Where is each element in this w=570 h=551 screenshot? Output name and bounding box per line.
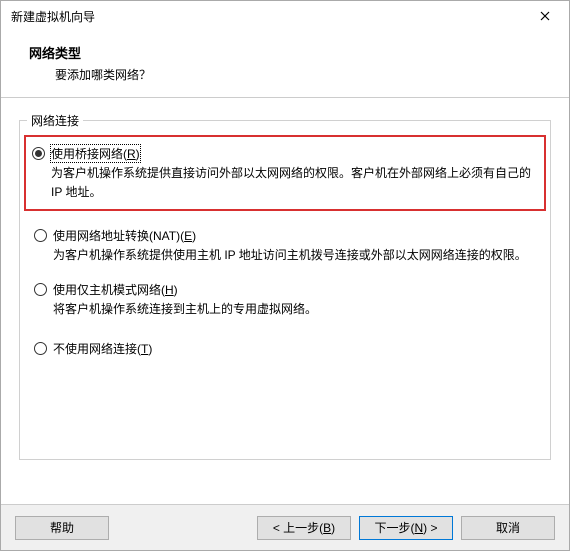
back-button[interactable]: < 上一步(B): [257, 516, 351, 540]
page-subtitle: 要添加哪类网络？: [29, 66, 569, 83]
close-button[interactable]: [523, 2, 567, 30]
network-fieldset: 网络连接 使用桥接网络(R) 为客户机操作系统提供直接访问外部以太网网络的权限。…: [19, 112, 551, 460]
wizard-window: 新建虚拟机向导 网络类型 要添加哪类网络？ 网络连接 使用桥接网络(R) 为客户…: [0, 0, 570, 551]
footer-left: 帮助: [15, 516, 109, 540]
footer-right: < 上一步(B) 下一步(N) > 取消: [257, 516, 555, 540]
close-icon: [540, 11, 550, 21]
option-hostonly-desc: 将客户机操作系统连接到主机上的专用虚拟网络。: [34, 300, 538, 319]
radio-none[interactable]: [34, 342, 47, 355]
fieldset-inner: 使用桥接网络(R) 为客户机操作系统提供直接访问外部以太网网络的权限。客户机在外…: [19, 120, 551, 460]
window-title: 新建虚拟机向导: [11, 8, 95, 25]
option-none: 不使用网络连接(T): [32, 340, 538, 357]
help-button[interactable]: 帮助: [15, 516, 109, 540]
option-bridged: 使用桥接网络(R) 为客户机操作系统提供直接访问外部以太网网络的权限。客户机在外…: [24, 135, 546, 211]
content-area: 网络连接 使用桥接网络(R) 为客户机操作系统提供直接访问外部以太网网络的权限。…: [1, 98, 569, 504]
option-nat-label[interactable]: 使用网络地址转换(NAT)(E): [53, 227, 196, 244]
option-bridged-desc: 为客户机操作系统提供直接访问外部以太网网络的权限。客户机在外部网络上必须有自己的…: [32, 164, 538, 201]
titlebar: 新建虚拟机向导: [1, 1, 569, 31]
option-hostonly: 使用仅主机模式网络(H) 将客户机操作系统连接到主机上的专用虚拟网络。: [32, 281, 538, 319]
radio-nat[interactable]: [34, 229, 47, 242]
radio-hostonly[interactable]: [34, 283, 47, 296]
footer: 帮助 < 上一步(B) 下一步(N) > 取消: [1, 504, 569, 550]
option-row: 使用网络地址转换(NAT)(E): [34, 227, 538, 244]
option-row: 使用仅主机模式网络(H): [34, 281, 538, 298]
fieldset-legend: 网络连接: [27, 112, 83, 129]
option-none-label[interactable]: 不使用网络连接(T): [53, 340, 152, 357]
option-row: 不使用网络连接(T): [34, 340, 538, 357]
next-button[interactable]: 下一步(N) >: [359, 516, 453, 540]
cancel-button[interactable]: 取消: [461, 516, 555, 540]
option-hostonly-label[interactable]: 使用仅主机模式网络(H): [53, 281, 178, 298]
option-row: 使用桥接网络(R): [32, 145, 538, 162]
page-header: 网络类型 要添加哪类网络？: [1, 31, 569, 98]
option-bridged-label[interactable]: 使用桥接网络(R): [51, 145, 140, 162]
page-title: 网络类型: [29, 43, 569, 62]
radio-bridged[interactable]: [32, 147, 45, 160]
option-nat: 使用网络地址转换(NAT)(E) 为客户机操作系统提供使用主机 IP 地址访问主…: [32, 227, 538, 265]
option-nat-desc: 为客户机操作系统提供使用主机 IP 地址访问主机拨号连接或外部以太网网络连接的权…: [34, 246, 538, 265]
